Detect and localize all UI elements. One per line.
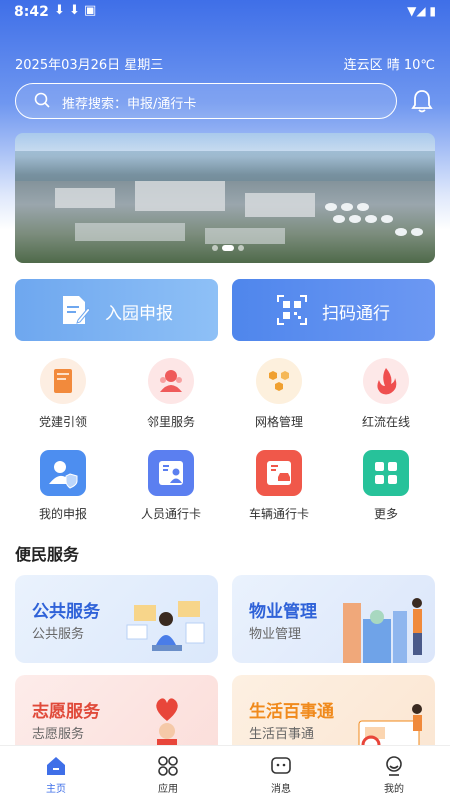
bottom-tab-bar: 主页 应用 消息 我的 (0, 745, 450, 800)
search-icon (34, 92, 50, 108)
download-notification-icons: ⬇ ⬇ ▣ (54, 3, 97, 18)
weather-info: 连云区 晴 10℃ (343, 58, 435, 73)
carousel-dot[interactable] (238, 245, 244, 251)
park-declaration-label: 入园申报 (105, 304, 173, 324)
card-title: 公共服务 (32, 602, 100, 622)
apps-icon (158, 756, 178, 776)
grid-label: 人员通行卡 (140, 507, 201, 521)
park-declaration-button[interactable]: 入园申报 (15, 279, 218, 341)
card-subtitle: 生活百事通 (249, 727, 315, 742)
card-title: 志愿服务 (32, 702, 100, 722)
carousel-dot-active[interactable] (222, 245, 234, 251)
card-property-management[interactable]: 物业管理 物业管理 (232, 575, 435, 663)
bell-icon[interactable] (411, 89, 433, 113)
book-icon (54, 369, 72, 393)
grid-item-vehicle-pass[interactable]: 车辆通行卡 (231, 450, 327, 530)
grid-label: 我的申报 (38, 507, 87, 521)
current-date: 2025年03月26日 星期三 (15, 58, 164, 73)
banner-carousel[interactable] (15, 133, 435, 263)
document-edit-icon (63, 296, 90, 324)
grid-item-neighbor-service[interactable]: 邻里服务 (123, 358, 219, 438)
flame-icon (377, 368, 397, 395)
search-placeholder: 推荐搜索：申报/通行卡 (62, 97, 197, 112)
tab-home[interactable]: 主页 (0, 746, 112, 800)
tab-label: 我的 (384, 784, 404, 795)
section-title: 便民服务 (15, 545, 80, 564)
qr-code-icon (277, 295, 307, 325)
hexagon-icon (269, 371, 289, 391)
public-service-illustration (126, 601, 205, 651)
tab-label: 应用 (158, 784, 178, 795)
tab-label: 消息 (271, 784, 291, 795)
grid-label: 更多 (373, 507, 398, 521)
status-time: 8:42 (14, 4, 49, 20)
user-shield-icon (49, 461, 78, 489)
tab-messages[interactable]: 消息 (225, 746, 337, 800)
scan-pass-label: 扫码通行 (322, 304, 390, 324)
card-title: 生活百事通 (249, 702, 334, 722)
tab-label: 主页 (46, 784, 66, 795)
grid-item-personnel-pass[interactable]: 人员通行卡 (123, 450, 219, 530)
grid-item-grid-management[interactable]: 网格管理 (231, 358, 327, 438)
grid-item-my-declarations[interactable]: 我的申报 (15, 450, 111, 530)
grid-item-more[interactable]: 更多 (338, 450, 434, 530)
card-subtitle: 物业管理 (249, 627, 302, 642)
card-public-service[interactable]: 公共服务 公共服务 (15, 575, 218, 663)
tab-profile[interactable]: 我的 (338, 746, 450, 800)
grid-label: 网格管理 (254, 415, 303, 429)
profile-icon (386, 756, 402, 776)
tab-apps[interactable]: 应用 (112, 746, 224, 800)
card-subtitle: 公共服务 (32, 627, 85, 642)
person-card-icon (159, 461, 183, 485)
grid-label: 车辆通行卡 (248, 507, 309, 521)
card-title: 物业管理 (249, 602, 317, 622)
grid-item-red-stream-online[interactable]: 红流在线 (338, 358, 434, 438)
property-management-illustration (343, 598, 422, 663)
carousel-indicator (210, 236, 246, 255)
card-subtitle: 志愿服务 (32, 727, 85, 742)
search-bar[interactable]: 推荐搜索：申报/通行卡 (15, 83, 397, 119)
scan-pass-button[interactable]: 扫码通行 (232, 279, 435, 341)
date-weather-bar: 2025年03月26日 星期三 连云区 晴 10℃ (15, 54, 435, 73)
car-card-icon (267, 461, 291, 485)
grid-label: 党建引领 (38, 415, 87, 429)
people-icon (160, 370, 182, 392)
grid-item-party-building[interactable]: 党建引领 (15, 358, 111, 438)
grid-label: 邻里服务 (146, 415, 195, 429)
carousel-dot[interactable] (212, 245, 218, 251)
signal-battery-icons: ▼◢ ▮ (407, 4, 436, 18)
status-bar: 8:42 ⬇ ⬇ ▣ ▼◢ ▮ (0, 0, 450, 26)
grid-label: 红流在线 (361, 415, 410, 429)
more-grid-icon (375, 462, 397, 484)
message-icon (271, 757, 291, 774)
home-icon (47, 757, 65, 775)
